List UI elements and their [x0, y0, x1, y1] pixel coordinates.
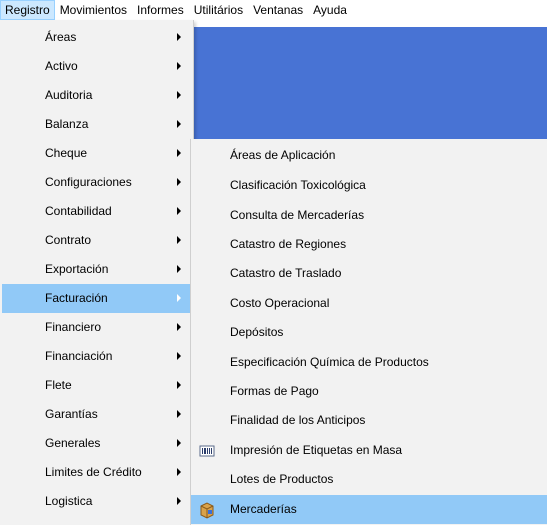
- menu-bar: Registro Movimientos Informes Utilitário…: [0, 0, 547, 20]
- menu-item-label: Lotes de Productos: [230, 472, 334, 486]
- menu-item-financiacion[interactable]: Financiación: [2, 342, 191, 371]
- menu-item-label: Facturación: [45, 291, 108, 305]
- menu-item-exportacion[interactable]: Exportación: [2, 255, 191, 284]
- menu-item-label: Áreas: [45, 30, 77, 44]
- menu-item-label: Impresión de Etiquetas en Masa: [230, 443, 403, 457]
- submenu-arrow-icon: [177, 265, 181, 273]
- submenu-arrow-icon: [177, 352, 181, 360]
- submenu-arrow-icon: [177, 207, 181, 215]
- menu-item-label: Contrato: [45, 233, 92, 247]
- menu-item-label: Catastro de Traslado: [230, 266, 342, 280]
- submenu-arrow-icon: [177, 178, 181, 186]
- submenu-arrow-icon: [177, 236, 181, 244]
- submenu-arrow-icon: [177, 91, 181, 99]
- submenu-arrow-icon: [177, 468, 181, 476]
- submenu-item-formas-de-pago[interactable]: Formas de Pago: [191, 377, 547, 406]
- menu-item-label: Formas de Pago: [230, 384, 319, 398]
- barcode-icon: [199, 445, 215, 457]
- submenu-item-impresion-de-etiquetas[interactable]: Impresión de Etiquetas en Masa: [191, 436, 547, 465]
- menu-item-label: Flete: [45, 378, 72, 392]
- menu-utilitarios[interactable]: Utilitários: [189, 0, 248, 20]
- registro-dropdown: Áreas Activo Auditoria Balanza Cheque Co…: [0, 20, 194, 525]
- submenu-item-consulta-de-mercaderias[interactable]: Consulta de Mercaderías: [191, 201, 547, 230]
- menu-item-label: Especificación Química de Productos: [230, 355, 429, 369]
- menu-item-facturacion[interactable]: Facturación: [2, 284, 191, 313]
- menu-item-areas[interactable]: Áreas: [2, 23, 191, 52]
- submenu-arrow-icon: [177, 149, 181, 157]
- menu-movimientos[interactable]: Movimientos: [55, 0, 132, 20]
- submenu-item-especificacion-quimica[interactable]: Especificación Química de Productos: [191, 348, 547, 377]
- menu-item-financiero[interactable]: Financiero: [2, 313, 191, 342]
- menu-item-label: Costo Operacional: [230, 296, 330, 310]
- submenu-arrow-icon: [177, 33, 181, 41]
- menu-registro[interactable]: Registro: [0, 0, 55, 20]
- menu-item-cheque[interactable]: Cheque: [2, 139, 191, 168]
- submenu-arrow-icon: [177, 381, 181, 389]
- menu-item-label: Auditoria: [45, 88, 93, 102]
- menu-item-limites-de-credito[interactable]: Limites de Crédito: [2, 458, 191, 487]
- facturacion-submenu: Áreas de Aplicación Clasificación Toxico…: [190, 139, 547, 525]
- menu-item-label: Garantías: [45, 407, 98, 421]
- submenu-arrow-icon: [177, 62, 181, 70]
- menu-item-flete[interactable]: Flete: [2, 371, 191, 400]
- menu-item-label: Generales: [45, 436, 101, 450]
- menu-item-garantias[interactable]: Garantías: [2, 400, 191, 429]
- menu-item-label: Depósitos: [230, 325, 284, 339]
- submenu-item-depositos[interactable]: Depósitos: [191, 318, 547, 347]
- submenu-item-costo-operacional[interactable]: Costo Operacional: [191, 289, 547, 318]
- menu-item-label: Logistica: [45, 494, 93, 508]
- menu-ventanas[interactable]: Ventanas: [248, 0, 308, 20]
- menu-item-label: Contabilidad: [45, 204, 112, 218]
- submenu-arrow-icon: [177, 439, 181, 447]
- menu-informes[interactable]: Informes: [132, 0, 189, 20]
- menu-item-label: Consulta de Mercaderías: [230, 208, 365, 222]
- menu-ayuda[interactable]: Ayuda: [308, 0, 352, 20]
- menu-item-label: Balanza: [45, 117, 89, 131]
- submenu-item-catastro-de-traslado[interactable]: Catastro de Traslado: [191, 259, 547, 288]
- menu-item-label: Finalidad de los Anticipos: [230, 413, 366, 427]
- menu-item-contrato[interactable]: Contrato: [2, 226, 191, 255]
- menu-item-label: Mercaderías: [230, 502, 297, 516]
- submenu-item-lotes-de-productos[interactable]: Lotes de Productos: [191, 465, 547, 494]
- menu-item-logistica[interactable]: Logistica: [2, 487, 191, 516]
- app-workspace: [190, 27, 547, 139]
- submenu-arrow-icon: [177, 497, 181, 505]
- menu-item-label: Financiación: [45, 349, 113, 363]
- package-icon: [200, 502, 214, 519]
- submenu-arrow-icon: [177, 410, 181, 418]
- menu-item-label: Áreas de Aplicación: [230, 148, 336, 162]
- menu-item-label: Activo: [45, 59, 78, 73]
- submenu-arrow-icon: [177, 323, 181, 331]
- submenu-item-areas-de-aplicacion[interactable]: Áreas de Aplicación: [191, 141, 547, 170]
- menu-item-contabilidad[interactable]: Contabilidad: [2, 197, 191, 226]
- submenu-item-clasificacion-toxicologica[interactable]: Clasificación Toxicológica: [191, 171, 547, 200]
- menu-item-auditoria[interactable]: Auditoria: [2, 81, 191, 110]
- submenu-item-catastro-de-regiones[interactable]: Catastro de Regiones: [191, 230, 547, 259]
- menu-item-configuraciones[interactable]: Configuraciones: [2, 168, 191, 197]
- menu-item-label: Exportación: [45, 262, 109, 276]
- menu-item-label: Configuraciones: [45, 175, 132, 189]
- menu-item-label: Catastro de Regiones: [230, 237, 347, 251]
- menu-item-generales[interactable]: Generales: [2, 429, 191, 458]
- submenu-item-finalidad-de-los-anticipos[interactable]: Finalidad de los Anticipos: [191, 406, 547, 435]
- submenu-arrow-icon: [177, 294, 181, 302]
- menu-item-activo[interactable]: Activo: [2, 52, 191, 81]
- menu-item-label: Limites de Crédito: [45, 465, 142, 479]
- submenu-arrow-icon: [177, 120, 181, 128]
- menu-item-label: Cheque: [45, 146, 88, 160]
- submenu-item-mercaderias[interactable]: Mercaderías: [191, 495, 547, 524]
- menu-item-balanza[interactable]: Balanza: [2, 110, 191, 139]
- menu-item-label: Financiero: [45, 320, 102, 334]
- menu-item-label: Clasificación Toxicológica: [230, 178, 366, 192]
